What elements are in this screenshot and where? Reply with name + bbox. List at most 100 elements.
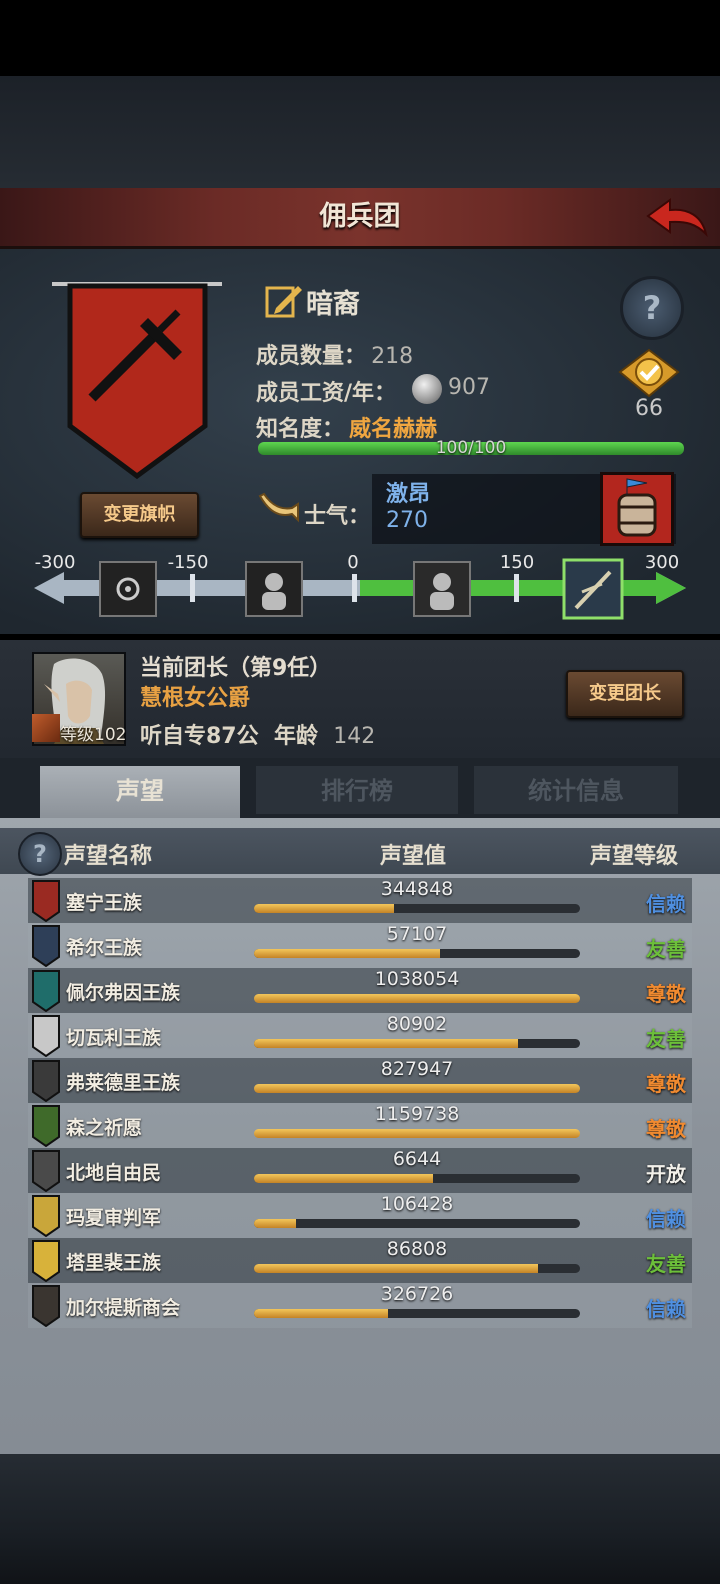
- guild-name: 暗裔: [306, 289, 360, 320]
- faction-level: 友善: [646, 1027, 686, 1051]
- faction-crest-icon: [32, 925, 60, 967]
- reputation-row[interactable]: 玛夏审判军 106428 信赖: [28, 1193, 692, 1238]
- leader-age: 142: [333, 724, 376, 749]
- morale-state: 激昂: [386, 482, 431, 507]
- calm-icon: [413, 561, 471, 617]
- reputation-row[interactable]: 北地自由民 6644 开放: [28, 1148, 692, 1193]
- reputation-bar: [254, 949, 580, 958]
- anxious-icon: [245, 561, 303, 617]
- silver-coin-icon: [412, 374, 442, 404]
- reputation-bar-fill: [254, 1219, 297, 1228]
- page-title: 佣兵团: [319, 201, 401, 232]
- morale-value: 270: [386, 508, 428, 533]
- bottom-background: [0, 1454, 720, 1584]
- faction-level: 尊敬: [646, 982, 686, 1006]
- faction-value: 86808: [386, 1238, 448, 1260]
- wage-row: 成员工资/年：: [256, 375, 396, 407]
- morale-label: 士气：: [304, 504, 371, 529]
- reputation-bar: [254, 1309, 580, 1318]
- tab-statistics[interactable]: 统计信息: [474, 766, 678, 814]
- faction-name: 森之祈愿: [66, 1117, 143, 1139]
- change-leader-button[interactable]: 变更团长: [566, 670, 684, 718]
- tab-ranking[interactable]: 排行榜: [256, 766, 458, 814]
- leader-level: 等级102: [60, 725, 127, 745]
- reputation-row[interactable]: 塔里裴王族 86808 友善: [28, 1238, 692, 1283]
- help-icon[interactable]: ?: [620, 276, 684, 340]
- reputation-row[interactable]: 希尔王族 57107 友善: [28, 923, 692, 968]
- reputation-bar: [254, 1039, 580, 1048]
- scale-tick-label: 0: [347, 552, 358, 573]
- faction-name: 玛夏审判军: [66, 1207, 162, 1229]
- reputation-bar: [254, 904, 580, 913]
- wage-value: 907: [448, 375, 490, 400]
- faction-value: 106428: [380, 1193, 454, 1215]
- faction-value: 6644: [392, 1148, 442, 1170]
- reputation-bar-fill: [254, 1039, 519, 1048]
- faction-name: 加尔提斯商会: [66, 1297, 181, 1319]
- header-value: 声望值: [380, 844, 447, 869]
- leader-title: 当前团长（第9任）: [140, 656, 332, 681]
- members-row: 成员数量： 218: [256, 338, 413, 370]
- faction-level: 信赖: [646, 1207, 686, 1231]
- reputation-row[interactable]: 森之祈愿 1159738 尊敬: [28, 1103, 692, 1148]
- faction-name: 希尔王族: [66, 937, 143, 959]
- reputation-bar: [254, 1264, 580, 1273]
- reputation-bar: [254, 1174, 580, 1183]
- faction-crest-icon: [32, 1240, 60, 1282]
- reputation-bar-fill: [254, 994, 580, 1003]
- scale-tick-label: 150: [500, 552, 534, 573]
- achievement-medal-icon[interactable]: [618, 348, 680, 398]
- leader-info: 听自专87公 年龄 142: [140, 718, 375, 750]
- faction-value: 326726: [380, 1283, 454, 1305]
- excited-icon: [562, 558, 624, 620]
- faction-value: 80902: [386, 1013, 448, 1035]
- faction-crest-icon: [32, 1060, 60, 1102]
- header-name: 声望名称: [64, 844, 153, 869]
- reputation-bar: [254, 994, 580, 1003]
- members-label: 成员数量：: [256, 344, 367, 369]
- reputation-bar-fill: [254, 1129, 580, 1138]
- reputation-bar-fill: [254, 1084, 580, 1093]
- faction-level: 信赖: [646, 892, 686, 916]
- reputation-row[interactable]: 塞宁王族 344848 信赖: [28, 878, 692, 923]
- leader-age-label: 年龄: [273, 724, 318, 749]
- faction-level: 开放: [646, 1162, 686, 1186]
- tab-reputation[interactable]: 声望: [40, 766, 240, 818]
- faction-crest-icon: [32, 970, 60, 1012]
- reputation-help-icon[interactable]: ?: [18, 832, 62, 876]
- medal-count: 66: [635, 396, 663, 421]
- scale-tick-label: -300: [35, 552, 76, 573]
- reputation-bar-fill: [254, 1174, 434, 1183]
- faction-name: 弗莱德里王族: [66, 1072, 181, 1094]
- faction-crest-icon: [32, 880, 60, 922]
- back-arrow-icon[interactable]: [644, 194, 710, 242]
- reputation-bar: [254, 1129, 580, 1138]
- members-count: 218: [371, 344, 414, 369]
- faction-value: 344848: [380, 878, 454, 900]
- supply-barrel-icon[interactable]: [600, 472, 674, 546]
- faction-value: 1038054: [374, 968, 460, 990]
- reputation-row[interactable]: 切瓦利王族 80902 友善: [28, 1013, 692, 1058]
- leader-name: 慧根女公爵: [140, 686, 251, 711]
- status-bar-area: [0, 0, 720, 76]
- faction-crest-icon: [32, 1015, 60, 1057]
- faction-name: 北地自由民: [66, 1162, 162, 1184]
- scale-tick-label: 300: [645, 552, 679, 573]
- faction-crest-icon: [32, 1105, 60, 1147]
- faction-crest-icon: [32, 1195, 60, 1237]
- faction-value: 1159738: [374, 1103, 460, 1125]
- faction-value: 827947: [380, 1058, 454, 1080]
- despair-icon: [99, 561, 157, 617]
- faction-name: 塞宁王族: [66, 892, 143, 914]
- reputation-row[interactable]: 加尔提斯商会 326726 信赖: [28, 1283, 692, 1328]
- title-bar: 佣兵团: [0, 188, 720, 249]
- reputation-bar-fill: [254, 1264, 538, 1273]
- reputation-row[interactable]: 佩尔弗因王族 1038054 尊敬: [28, 968, 692, 1013]
- reputation-bar-fill: [254, 949, 440, 958]
- change-flag-button[interactable]: 变更旗帜: [80, 492, 199, 538]
- reputation-row[interactable]: 弗莱德里王族 827947 尊敬: [28, 1058, 692, 1103]
- edit-name-icon[interactable]: [264, 282, 304, 320]
- top-background: [0, 76, 720, 188]
- faction-name: 塔里裴王族: [66, 1252, 162, 1274]
- morale-scale: -300 -150 0 150 300: [34, 552, 686, 620]
